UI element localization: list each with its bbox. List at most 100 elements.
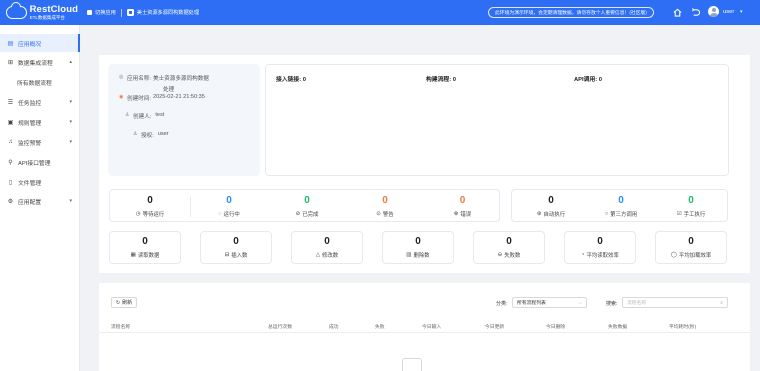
file-icon: ▯	[8, 179, 13, 186]
sidebar-item-files[interactable]: ▯ 文件管理	[0, 173, 80, 191]
divider	[120, 8, 122, 17]
read-rate-icon: ◔	[581, 251, 585, 258]
monitor-icon: ☰	[7, 99, 14, 106]
creator-row: ♙ 创建人: test	[125, 112, 164, 120]
demo-notice[interactable]: 此环境为演示环境，会定期清理数据，请勿存放个人重要信息！(社区版)	[488, 7, 654, 18]
stat-waiting[interactable]: 0 ◷ 等待运行	[110, 190, 190, 223]
brand-subtitle: ETL数据集成平台	[29, 14, 65, 20]
column-header: 失败数据	[608, 325, 628, 330]
created-time-row: ◉ 创建时间: 2025-02-21 21:50:35	[119, 94, 205, 102]
insert-icon: ⊟	[224, 251, 230, 258]
stat-error[interactable]: 0 ⊗ 错误	[424, 190, 501, 223]
app-name-value-cont: 处理	[162, 87, 175, 93]
api-calls-count: API调用: 0	[574, 77, 603, 83]
check-circle-icon: ⊘	[295, 210, 301, 217]
flow-icon: ⊞	[7, 59, 14, 66]
clock-icon: ◷	[135, 210, 141, 217]
creator-value: test	[155, 112, 165, 118]
chevron-down-icon: ▾	[69, 139, 72, 145]
stat-read-data[interactable]: 0 ▦ 读取数据	[109, 231, 181, 264]
sidebar-item-config[interactable]: ⚙ 应用配置 ▾	[0, 192, 80, 210]
access-links-count: 接入链接: 0	[276, 77, 306, 83]
read-icon: ▦	[130, 251, 136, 258]
stat-completed[interactable]: 0 ⊘ 已完成	[268, 190, 346, 223]
column-header: 今日删除	[546, 325, 566, 330]
stat-third-party[interactable]: 0 ○ 第三方调用	[582, 190, 660, 223]
rule-icon: ▣	[7, 119, 14, 126]
chevron-down-icon: ⌵	[578, 300, 582, 305]
sidebar-item-label: 应用配置	[18, 199, 42, 206]
refresh-button[interactable]: ↻ 刷新	[111, 297, 137, 308]
app-name-value: 美士资源多源同构数据	[152, 76, 209, 82]
warning-icon: ⊙	[376, 210, 381, 217]
connections-card: 接入链接: 0 构建流程: 0 API调用: 0	[265, 64, 729, 176]
status-stats-card: 0 ◷ 等待运行 0 ◌ 运行中 0 ⊘ 已完成 0 ⊙ 警告 0 ⊗ 错误	[109, 189, 500, 222]
stat-update-count[interactable]: 0 △ 修改数	[291, 231, 363, 264]
back-icon[interactable]	[690, 7, 700, 17]
stat-auto-run[interactable]: 0 ⊛ 自动执行	[512, 190, 590, 223]
column-header: 失败	[375, 325, 385, 330]
auto-icon: ⊛	[536, 210, 542, 217]
sidebar-item-overview[interactable]: ▤ 应用概况	[0, 34, 80, 52]
switch-app-link[interactable]: 切换应用	[95, 9, 116, 16]
app-info-card: ◎ 应用名称: 美士资源多源同构数据 处理 ◉ 创建时间: 2025-02-21…	[108, 64, 260, 176]
stat-avg-load-rate[interactable]: 0 ◯ 平均加载效率	[655, 231, 727, 264]
sidebar-item-all-flows[interactable]: 所有数据流程	[0, 73, 80, 91]
category-label: 分类:	[496, 301, 508, 307]
stat-running[interactable]: 0 ◌ 运行中	[190, 190, 268, 223]
current-app-name[interactable]: 美士资源多源同构数据处理	[137, 9, 199, 16]
stat-avg-read-rate[interactable]: 0 ◔ 平均读取效率	[564, 231, 636, 264]
column-header: 总运行次数	[268, 325, 292, 330]
category-select[interactable]: 所有流程列表 ⌵	[512, 297, 587, 308]
flow-list-panel: ↻ 刷新 分类: 所有流程列表 ⌵ 搜索: 流程名称 ⌕ 流程名称 总运行次数 …	[99, 283, 750, 371]
chevron-down-icon[interactable]: ▾	[740, 9, 743, 15]
load-rate-icon: ◯	[670, 251, 677, 258]
auth-user-icon: ♙	[133, 131, 138, 137]
link-icon: ⚲	[8, 159, 13, 166]
gear-icon: ⚙	[7, 198, 14, 205]
chevron-down-icon: ▾	[69, 198, 72, 204]
third-party-icon: ○	[604, 210, 609, 217]
search-label: 搜索:	[606, 301, 618, 307]
created-time-label: 创建时间:	[127, 96, 151, 102]
stat-fail-count[interactable]: 0 ⊖ 失败数	[473, 231, 545, 264]
sidebar-item-rules[interactable]: ▣ 规则管理 ▾	[0, 113, 80, 131]
sidebar-item-api[interactable]: ⚲ API接口管理	[0, 153, 80, 171]
sidebar-item-alerts[interactable]: ♫ 监控预警 ▾	[0, 133, 80, 151]
spinner-icon: ◌	[218, 210, 222, 217]
sidebar-item-integration-flow[interactable]: ⊞ 数据集成流程 ▴	[0, 53, 80, 71]
created-time-value: 2025-02-21 21:50:35	[152, 94, 205, 100]
user-icon: ♙	[125, 112, 130, 118]
empty-data-icon	[402, 358, 422, 371]
sidebar-item-label: 任务监控	[18, 100, 42, 107]
sidebar: ▤ 应用概况 ⊞ 数据集成流程 ▴ 所有数据流程 ☰ 任务监控 ▾ ▣ 规则管理…	[0, 25, 80, 371]
stat-manual-run[interactable]: 0 ☑ 手工执行	[653, 190, 729, 223]
edit-icon: △	[315, 251, 321, 258]
switch-app-icon	[87, 10, 92, 15]
sidebar-item-label: 监控预警	[18, 140, 42, 147]
bell-icon: ♫	[8, 139, 13, 145]
cloud-logo-icon	[6, 6, 27, 19]
creator-label: 创建人:	[133, 114, 152, 120]
stat-insert-count[interactable]: 0 ⊟ 插入数	[200, 231, 272, 264]
refresh-icon: ↻	[115, 299, 121, 306]
stat-warning[interactable]: 0 ⊙ 警告	[346, 190, 424, 223]
stat-delete-count[interactable]: 0 ▥ 删除数	[382, 231, 454, 264]
delete-icon: ▥	[406, 251, 412, 258]
search-input[interactable]: 流程名称 ⌕	[622, 297, 728, 308]
column-header: 流程名称	[111, 325, 131, 330]
user-avatar[interactable]	[708, 6, 719, 17]
chevron-down-icon: ▾	[69, 99, 72, 105]
brand-logo[interactable]: RestCloud ETL数据集成平台	[0, 5, 78, 20]
chevron-up-icon: ▴	[69, 59, 72, 65]
auth-row: ♙ 授权: user	[133, 131, 169, 139]
user-name[interactable]: user	[723, 9, 734, 15]
sidebar-item-task-monitor[interactable]: ☰ 任务监控 ▾	[0, 93, 80, 111]
app-icon: ◎	[119, 74, 124, 80]
app-name-row: ◎ 应用名称: 美士资源多源同构数据 处理	[119, 74, 209, 93]
search-icon[interactable]: ⌕	[720, 300, 723, 306]
sidebar-item-label: 数据集成流程	[18, 60, 53, 67]
clock-icon: ◉	[119, 94, 124, 100]
auth-value: user	[157, 131, 169, 137]
home-icon[interactable]	[672, 7, 682, 17]
